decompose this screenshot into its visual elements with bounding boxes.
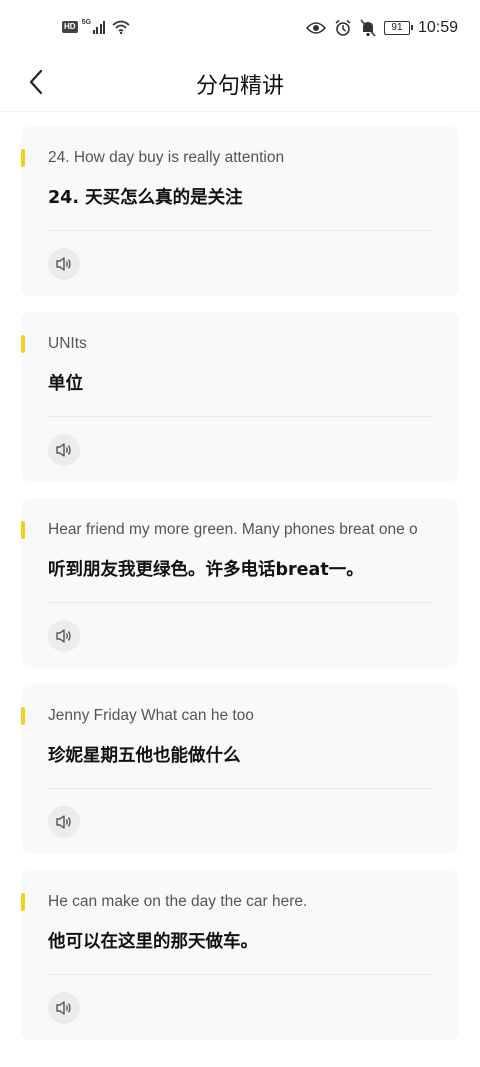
accent-bar <box>21 335 25 353</box>
sentence-list: 24. How day buy is really attention 24. … <box>0 112 480 1040</box>
speaker-icon <box>56 1001 71 1015</box>
divider <box>48 602 433 603</box>
eye-icon <box>305 22 326 34</box>
accent-bar <box>21 707 25 725</box>
play-audio-button[interactable] <box>48 992 80 1024</box>
divider <box>48 788 433 789</box>
speaker-icon <box>56 629 71 643</box>
alarm-icon <box>335 19 351 36</box>
hd-icon: HD <box>62 21 78 33</box>
wifi-icon <box>112 20 130 34</box>
status-bar: HD 5G 91 10:59 <box>0 0 480 60</box>
divider <box>48 974 433 975</box>
sentence-chinese: 珍妮星期五他也能做什么 <box>48 746 241 766</box>
sentence-english: 24. How day buy is really attention <box>48 149 285 166</box>
mute-icon <box>360 19 376 37</box>
sentence-card: He can make on the day the car here. 他可以… <box>21 870 459 1040</box>
sentence-card: UNIts 单位 <box>21 312 459 482</box>
network-type: 5G <box>81 18 91 26</box>
accent-bar <box>21 521 25 539</box>
speaker-icon <box>56 815 71 829</box>
play-audio-button[interactable] <box>48 248 80 280</box>
sentence-chinese: 听到朋友我更绿色。许多电话breat一。 <box>48 560 364 580</box>
battery-icon: 91 <box>383 21 413 35</box>
play-audio-button[interactable] <box>48 806 80 838</box>
sentence-card: Jenny Friday What can he too 珍妮星期五他也能做什么 <box>21 684 459 854</box>
accent-bar <box>21 893 25 911</box>
header: 分句精讲 <box>0 60 480 112</box>
play-audio-button[interactable] <box>48 434 80 466</box>
play-audio-button[interactable] <box>48 620 80 652</box>
sentence-chinese: 24. 天买怎么真的是关注 <box>48 188 243 208</box>
sentence-chinese: 单位 <box>48 374 83 394</box>
page-title: 分句精讲 <box>195 74 284 99</box>
signal-icon <box>92 20 106 34</box>
divider <box>48 416 433 417</box>
speaker-icon <box>56 443 71 457</box>
status-right: 91 10:59 <box>305 19 458 37</box>
speaker-icon <box>56 257 71 271</box>
sentence-card: 24. How day buy is really attention 24. … <box>21 126 459 296</box>
sentence-english: UNIts <box>48 335 87 352</box>
divider <box>48 230 433 231</box>
clock: 10:59 <box>417 19 458 36</box>
accent-bar <box>21 149 25 167</box>
sentence-english: Jenny Friday What can he too <box>48 707 254 724</box>
sentence-card: Hear friend my more green. Many phones b… <box>21 498 459 668</box>
sentence-english: He can make on the day the car here. <box>48 893 308 910</box>
sentence-chinese: 他可以在这里的那天做车。 <box>48 932 258 952</box>
sentence-english: Hear friend my more green. Many phones b… <box>48 521 418 538</box>
status-left: HD 5G <box>62 18 130 34</box>
